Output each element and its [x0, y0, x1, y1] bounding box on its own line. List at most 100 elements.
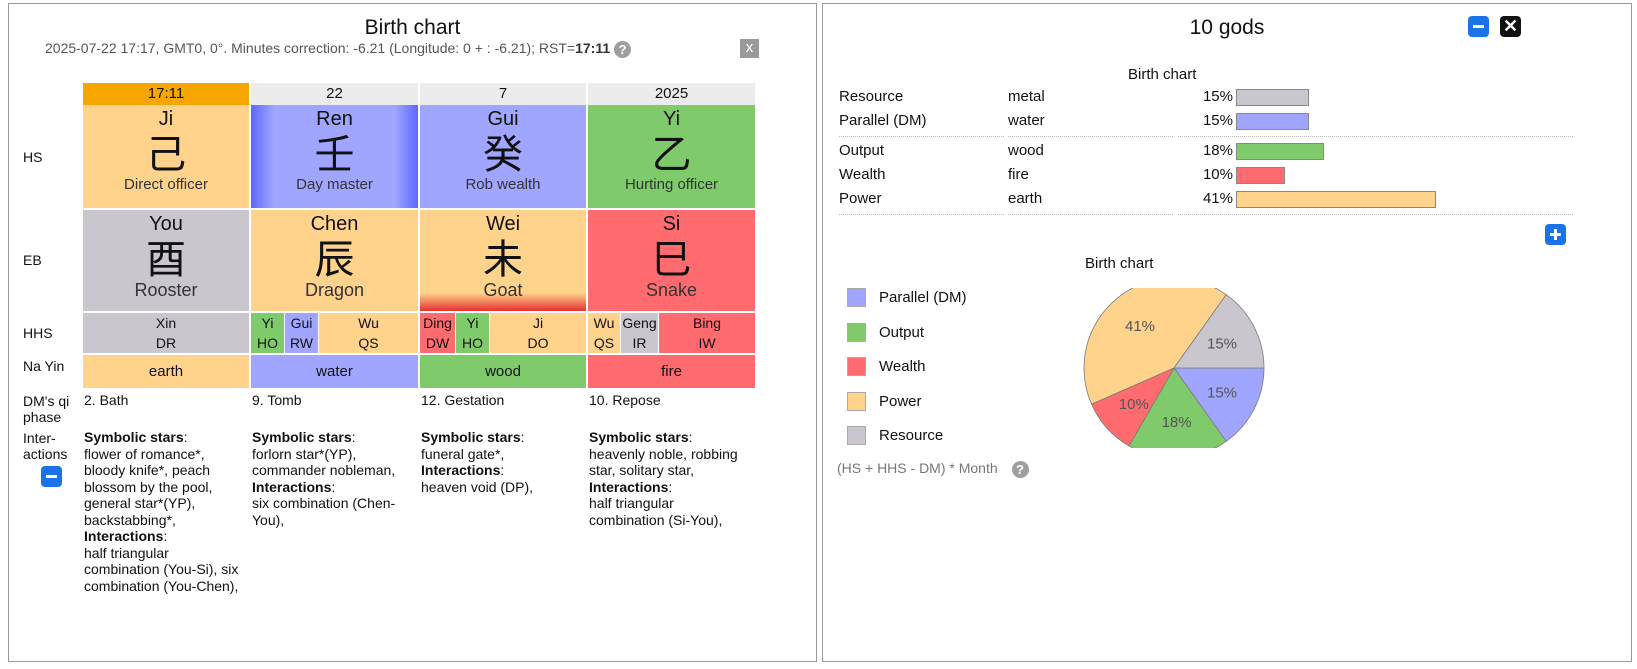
hhs-stem-day-1: Gui RW	[285, 313, 318, 353]
stars-label: Symbolic stars	[421, 429, 521, 445]
hhs-stem-name: Yi	[261, 315, 274, 331]
hhs-stem-day-0: Yi HO	[251, 313, 284, 353]
hhs-stem-name: Yi	[466, 315, 479, 331]
hs-god: Rob wealth	[465, 176, 541, 193]
pillar-eb-month[interactable]: Wei 未 Goat	[420, 210, 586, 311]
god-percent: 41%	[1202, 190, 1233, 207]
hhs-stem-month-1: Yi HO	[456, 313, 489, 353]
hhs-stem-god: HO	[257, 335, 278, 351]
hs-god: Day master	[296, 176, 373, 193]
pie-slice-label: 10%	[1119, 396, 1149, 413]
interactions-text: heaven void (DP),	[421, 478, 534, 495]
separator	[839, 214, 1004, 215]
stars-text: funeral gate*,	[421, 445, 505, 462]
pillar-header-year: 2025	[588, 83, 755, 105]
hhs-stem-year-1: Geng IR	[621, 313, 658, 353]
god-element: wood	[1008, 142, 1044, 159]
help-icon[interactable]: ?	[614, 40, 632, 58]
help-icon[interactable]: ?	[1011, 460, 1029, 478]
phase-day: 9. Tomb	[252, 392, 302, 408]
separator	[1008, 136, 1173, 137]
row-label-eb: EB	[23, 252, 42, 268]
pillar-hs-hour[interactable]: Ji 己 Direct officer	[83, 105, 249, 208]
separator	[1178, 136, 1573, 137]
close-button[interactable]: x	[740, 39, 759, 58]
eb-character: 巳	[651, 237, 692, 283]
legend-swatch	[847, 357, 866, 376]
pillar-eb-day[interactable]: Chen 辰 Dragon	[251, 210, 418, 311]
god-element: earth	[1008, 190, 1043, 207]
pillar-header-month: 7	[420, 83, 586, 105]
hs-god: Hurting officer	[624, 176, 719, 193]
pillar-eb-hour[interactable]: You 酉 Rooster	[83, 210, 249, 311]
stars-text: forlorn star*(YP), commander nobleman,	[252, 445, 396, 479]
god-percent: 15%	[1202, 88, 1233, 105]
pie-slice-label: 41%	[1125, 318, 1155, 335]
hs-god: Direct officer	[124, 176, 208, 193]
legend-swatch	[847, 391, 866, 411]
interactions-text: half triangular combination (You-Si), si…	[84, 544, 239, 594]
stars-text: flower of romance*, bloody knife*, peach…	[84, 445, 213, 528]
phase-hour: 2. Bath	[84, 392, 129, 408]
separator	[1178, 214, 1573, 215]
legend-swatch	[847, 426, 866, 445]
pie-slice-label: 18%	[1162, 414, 1192, 431]
interactions-text: six combination (Chen-You),	[252, 495, 396, 528]
god-name: Output	[839, 142, 885, 159]
hhs-stem-month-2: Ji DO	[490, 313, 586, 353]
eb-pinyin: Wei	[485, 213, 521, 235]
nayin-hour: earth	[83, 355, 249, 388]
separator	[839, 136, 1004, 137]
god-bar	[1236, 113, 1309, 130]
pillar-eb-year[interactable]: Si 巳 Snake	[588, 210, 755, 311]
birth-subtitle: 2025-07-22 17:17, GMT0, 0°. Minutes corr…	[45, 40, 632, 58]
pillar-hs-year[interactable]: Yi 乙 Hurting officer	[588, 105, 755, 208]
table-caption: Birth chart	[1128, 66, 1197, 83]
god-name: Parallel (DM)	[839, 112, 927, 129]
hhs-stem-name: Ji	[532, 315, 544, 331]
interactions-label: Interactions	[84, 528, 164, 544]
pillar-header-hour: 17:11	[83, 83, 249, 105]
pillar-hs-day[interactable]: Ren 壬 Day master	[251, 105, 418, 208]
hhs-stem-god: HO	[462, 335, 483, 351]
formula-note: (HS + HHS - DM) * Month ?	[837, 460, 1029, 478]
eb-animal: Rooster	[134, 280, 198, 300]
hs-pinyin: Gui	[487, 108, 519, 130]
pillar-header-day: 22	[251, 83, 418, 105]
god-percent: 15%	[1202, 112, 1233, 129]
stars-label: Symbolic stars	[252, 429, 352, 445]
expand-button[interactable]	[1545, 224, 1566, 245]
hhs-stem-month-0: Ding DW	[420, 313, 455, 353]
stars-hour: Symbolic stars: flower of romance*, bloo…	[84, 429, 239, 594]
close-button[interactable]: ✕	[1500, 16, 1521, 37]
hhs-stem-god: DO	[527, 335, 549, 351]
hhs-stem-day-2: Wu QS	[319, 313, 418, 353]
legend-label: Resource	[879, 427, 944, 444]
god-bar	[1236, 167, 1285, 184]
god-bar	[1236, 143, 1324, 160]
interactions-label: Interactions	[589, 478, 669, 495]
hhs-stem-god: IR	[632, 335, 647, 351]
subtitle-text: 2025-07-22 17:17, GMT0, 0°. Minutes corr…	[45, 40, 576, 56]
god-name: Wealth	[839, 166, 886, 183]
legend-label: Power	[879, 392, 922, 410]
interactions-label: Interactions	[252, 478, 332, 495]
stars-year: Symbolic stars: heavenly noble, robbing …	[589, 429, 738, 528]
hhs-stem-year-0: Wu QS	[588, 313, 620, 353]
collapse-button[interactable]	[41, 466, 62, 487]
eb-character: 酉	[146, 237, 186, 283]
ten-gods-panel: 10 gods ✕ Birth chart Resource metal 15% Pa…	[822, 3, 1632, 662]
hs-pinyin: Ren	[316, 108, 353, 130]
pillar-hs-month[interactable]: Gui 癸 Rob wealth	[420, 105, 586, 208]
hhs-stem-name: Geng	[622, 315, 657, 331]
god-bar	[1236, 89, 1309, 106]
nayin-year: fire	[588, 355, 755, 388]
hhs-stem-hour-0: Xin DR	[83, 313, 249, 353]
eb-pinyin: Si	[662, 213, 681, 235]
minimize-button[interactable]	[1468, 16, 1489, 37]
hs-character: 壬	[314, 132, 355, 178]
nayin-day: water	[251, 355, 418, 388]
god-element: water	[1008, 112, 1045, 129]
god-percent: 18%	[1202, 142, 1233, 159]
hs-character: 乙	[651, 132, 692, 178]
